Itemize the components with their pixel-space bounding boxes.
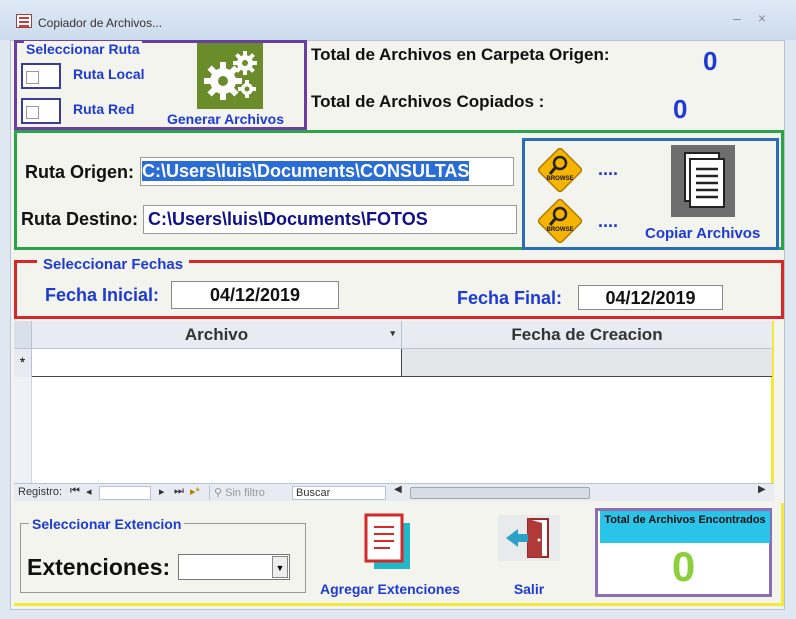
encontrados-label: Total de Archivos Encontrados: [600, 511, 770, 543]
ruta-origen-value: C:\Users\luis\Documents\CONSULTAS: [142, 161, 470, 181]
exit-door-icon: [506, 518, 549, 558]
column-header-archivo[interactable]: Archivo ▾: [32, 321, 402, 349]
ruta-origen-input[interactable]: C:\Users\luis\Documents\CONSULTAS: [140, 157, 514, 186]
browse-icon: BROWSE: [537, 147, 583, 193]
select-all-corner[interactable]: [14, 321, 32, 349]
sort-arrow-icon: ▾: [390, 328, 395, 338]
extensiones-select[interactable]: ▼: [178, 554, 290, 580]
column-header-archivo-text: Archivo: [184, 325, 249, 344]
paths-group: Ruta Origen: C:\Users\luis\Documents\CON…: [14, 130, 784, 250]
salir-label: Salir: [513, 581, 545, 597]
record-label: Registro:: [18, 486, 63, 498]
fecha-final-label: Fecha Final:: [457, 288, 563, 308]
browse-icon: BROWSE: [537, 198, 583, 244]
scroll-thumb[interactable]: [410, 487, 590, 499]
window-title: Copiador de Archivos...: [38, 16, 163, 30]
copiar-archivos-label: Copiar Archivos: [645, 225, 761, 242]
browse-group: BROWSE .... BROWSE .... Copiar Archivos: [522, 138, 779, 250]
ruta-destino-label: Ruta Destino:: [21, 209, 138, 229]
extension-group: Seleccionar Extencion Extenciones: ▼: [20, 516, 306, 593]
row-selector-column: [14, 377, 32, 485]
ruta-group: Seleccionar Ruta Ruta Local Ruta Red Gen…: [14, 40, 307, 130]
ruta-destino-input[interactable]: C:\Users\luis\Documents\FOTOS: [143, 205, 517, 234]
total-origen-label: Total de Archivos en Carpeta Origen:: [311, 45, 610, 64]
fechas-group-label: Seleccionar Fechas: [37, 256, 190, 273]
column-header-fecha[interactable]: Fecha de Creacion: [402, 321, 772, 349]
form-icon: [16, 14, 32, 28]
fecha-inicial-label: Fecha Inicial:: [45, 285, 160, 305]
new-row-marker: *: [14, 349, 32, 377]
total-copiados-value: 0: [673, 94, 688, 124]
ruta-local-checkbox[interactable]: [21, 63, 61, 89]
salir-button[interactable]: [498, 515, 560, 561]
ruta-origen-label: Ruta Origen:: [25, 162, 135, 182]
destino-dots: ....: [598, 211, 619, 231]
chevron-down-icon[interactable]: ▼: [272, 556, 288, 578]
documents-icon: [684, 152, 725, 208]
fecha-final-input[interactable]: 04/12/2019: [578, 285, 723, 310]
scroll-left-icon[interactable]: ◀: [394, 484, 402, 495]
add-documents-icon: [364, 513, 410, 569]
ruta-group-label: Seleccionar Ruta: [24, 41, 142, 57]
next-record-button[interactable]: ▸: [159, 485, 165, 498]
minimize-button[interactable]: –: [727, 10, 747, 26]
archivos-grid: Archivo ▾ Fecha de Creacion * Registro: ⏮…: [14, 321, 774, 501]
extension-group-label: Seleccionar Extencion: [29, 516, 185, 532]
ruta-destino-value: C:\Users\luis\Documents\FOTOS: [148, 209, 428, 229]
ruta-local-label: Ruta Local: [73, 66, 145, 82]
generar-archivos-button[interactable]: [197, 43, 263, 109]
browse-text: BROWSE: [547, 227, 574, 233]
fechas-group: Seleccionar Fechas Fecha Inicial: 04/12/…: [14, 256, 784, 319]
copiar-archivos-button[interactable]: [671, 145, 735, 217]
new-row-archivo-cell[interactable]: [32, 349, 402, 377]
prev-record-button[interactable]: ◂: [86, 485, 92, 498]
filter-label: Sin filtro: [225, 487, 265, 499]
ruta-red-checkbox[interactable]: [21, 98, 61, 124]
origen-dots: ....: [598, 159, 619, 179]
gears-icon: [204, 51, 257, 100]
record-number-input[interactable]: [99, 486, 151, 500]
total-origen-value: 0: [703, 46, 718, 76]
new-row-fecha-cell[interactable]: [402, 349, 772, 377]
record-navigation-bar: Registro: ⏮ ◂ ▸ ⏭ ▸* ⚲ Sin filtro Buscar…: [14, 483, 774, 501]
new-record-button[interactable]: ▸*: [190, 485, 200, 498]
browse-origen-button[interactable]: BROWSE: [535, 145, 585, 195]
last-record-button[interactable]: ⏭: [174, 485, 184, 498]
first-record-button[interactable]: ⏮: [70, 485, 80, 498]
filter-indicator[interactable]: ⚲ Sin filtro: [209, 486, 289, 500]
encontrados-panel: Total de Archivos Encontrados 0: [595, 508, 772, 597]
form-body: Seleccionar Ruta Ruta Local Ruta Red Gen…: [10, 40, 785, 610]
search-input[interactable]: Buscar: [292, 486, 386, 500]
agregar-extenciones-button[interactable]: [360, 511, 416, 575]
extensiones-label: Extenciones:: [27, 554, 171, 580]
ruta-red-label: Ruta Red: [73, 101, 135, 117]
agregar-extenciones-label: Agregar Extenciones: [319, 581, 461, 597]
footer-section: Seleccionar Extencion Extenciones: ▼ Agr…: [14, 503, 784, 606]
generar-archivos-label: Generar Archivos: [167, 111, 284, 127]
fecha-inicial-input[interactable]: 04/12/2019: [171, 281, 339, 309]
funnel-icon: ⚲: [214, 487, 223, 499]
horizontal-scrollbar[interactable]: ◀ ▶: [392, 484, 772, 500]
close-button[interactable]: ×: [752, 10, 772, 26]
browse-destino-button[interactable]: BROWSE: [535, 196, 585, 246]
scroll-right-icon[interactable]: ▶: [758, 484, 766, 495]
encontrados-value: 0: [671, 543, 696, 590]
browse-text: BROWSE: [547, 176, 574, 182]
total-copiados-label: Total de Archivos Copiados :: [311, 92, 545, 111]
